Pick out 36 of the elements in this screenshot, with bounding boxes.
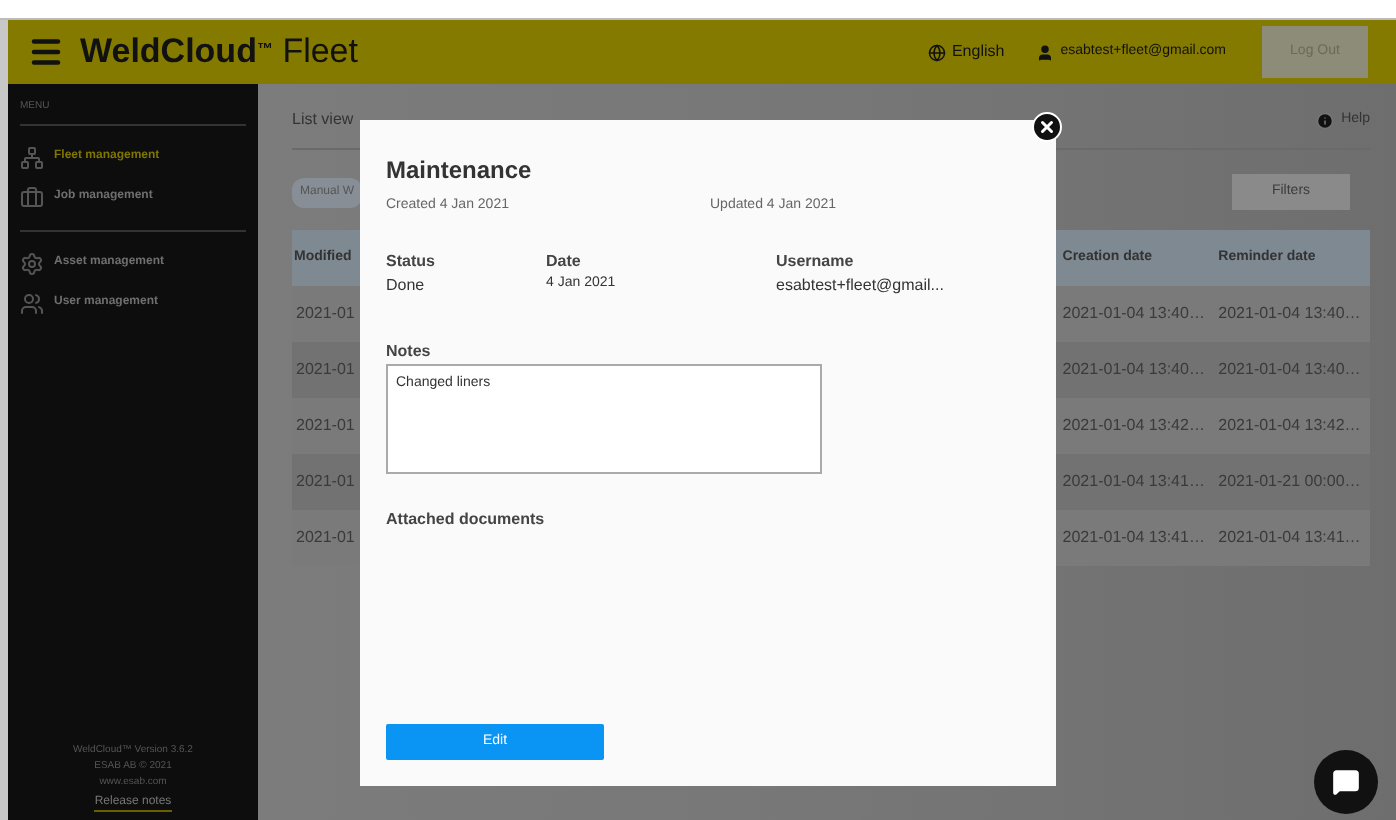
chat-bubble-icon <box>1332 768 1360 796</box>
table-cell: 2021-01 <box>296 528 355 546</box>
table-cell: 2021-01-04 13:42… <box>1218 416 1361 434</box>
field-label: Date <box>546 249 583 273</box>
notes-label: Notes <box>386 339 433 363</box>
menu-icon[interactable] <box>28 34 64 70</box>
table-cell: 2021-01 <box>296 416 355 434</box>
settings-icon <box>20 251 44 275</box>
table-cell: 2021-01-04 13:40… <box>1062 304 1205 322</box>
people-icon <box>20 291 44 315</box>
close-icon <box>1038 118 1056 136</box>
table-cell: 2021-01 <box>296 304 355 322</box>
info-icon <box>1315 111 1334 129</box>
field-value: Done <box>386 273 427 297</box>
attachments-label: Attached documents <box>386 507 547 531</box>
table-cell: 2021-01-21 00:00… <box>1218 472 1361 490</box>
briefcase-icon <box>20 185 44 209</box>
app-logo: WeldCloud$^{™}$ Fleet <box>80 30 358 75</box>
table-cell: 2021-01-04 13:40… <box>1218 360 1361 378</box>
field-label: Username <box>776 249 856 273</box>
dialog-title: Maintenance <box>386 154 534 188</box>
field-label: Status <box>386 249 437 273</box>
table-cell: 2021-01 <box>296 472 355 490</box>
table-cell: 2021-01-04 13:41… <box>1218 528 1361 546</box>
list-view-tab[interactable]: List view <box>292 108 354 132</box>
table-cell: 2021-01-04 13:42… <box>1062 416 1205 434</box>
table-cell: 2021-01-04 13:40… <box>1218 304 1361 322</box>
table-cell: 2021-01 <box>296 360 355 378</box>
field-value: esabtest+fleet@gmail... <box>776 273 946 297</box>
user-icon <box>1036 43 1055 61</box>
table-cell: 2021-01-04 13:41… <box>1062 472 1205 490</box>
hierarchy-icon <box>20 145 44 169</box>
table-cell: 2021-01-04 13:41… <box>1062 528 1205 546</box>
globe-icon <box>927 43 946 61</box>
language-link[interactable]: English <box>951 40 1005 64</box>
table-cell: 2021-01-04 13:40… <box>1062 360 1205 378</box>
